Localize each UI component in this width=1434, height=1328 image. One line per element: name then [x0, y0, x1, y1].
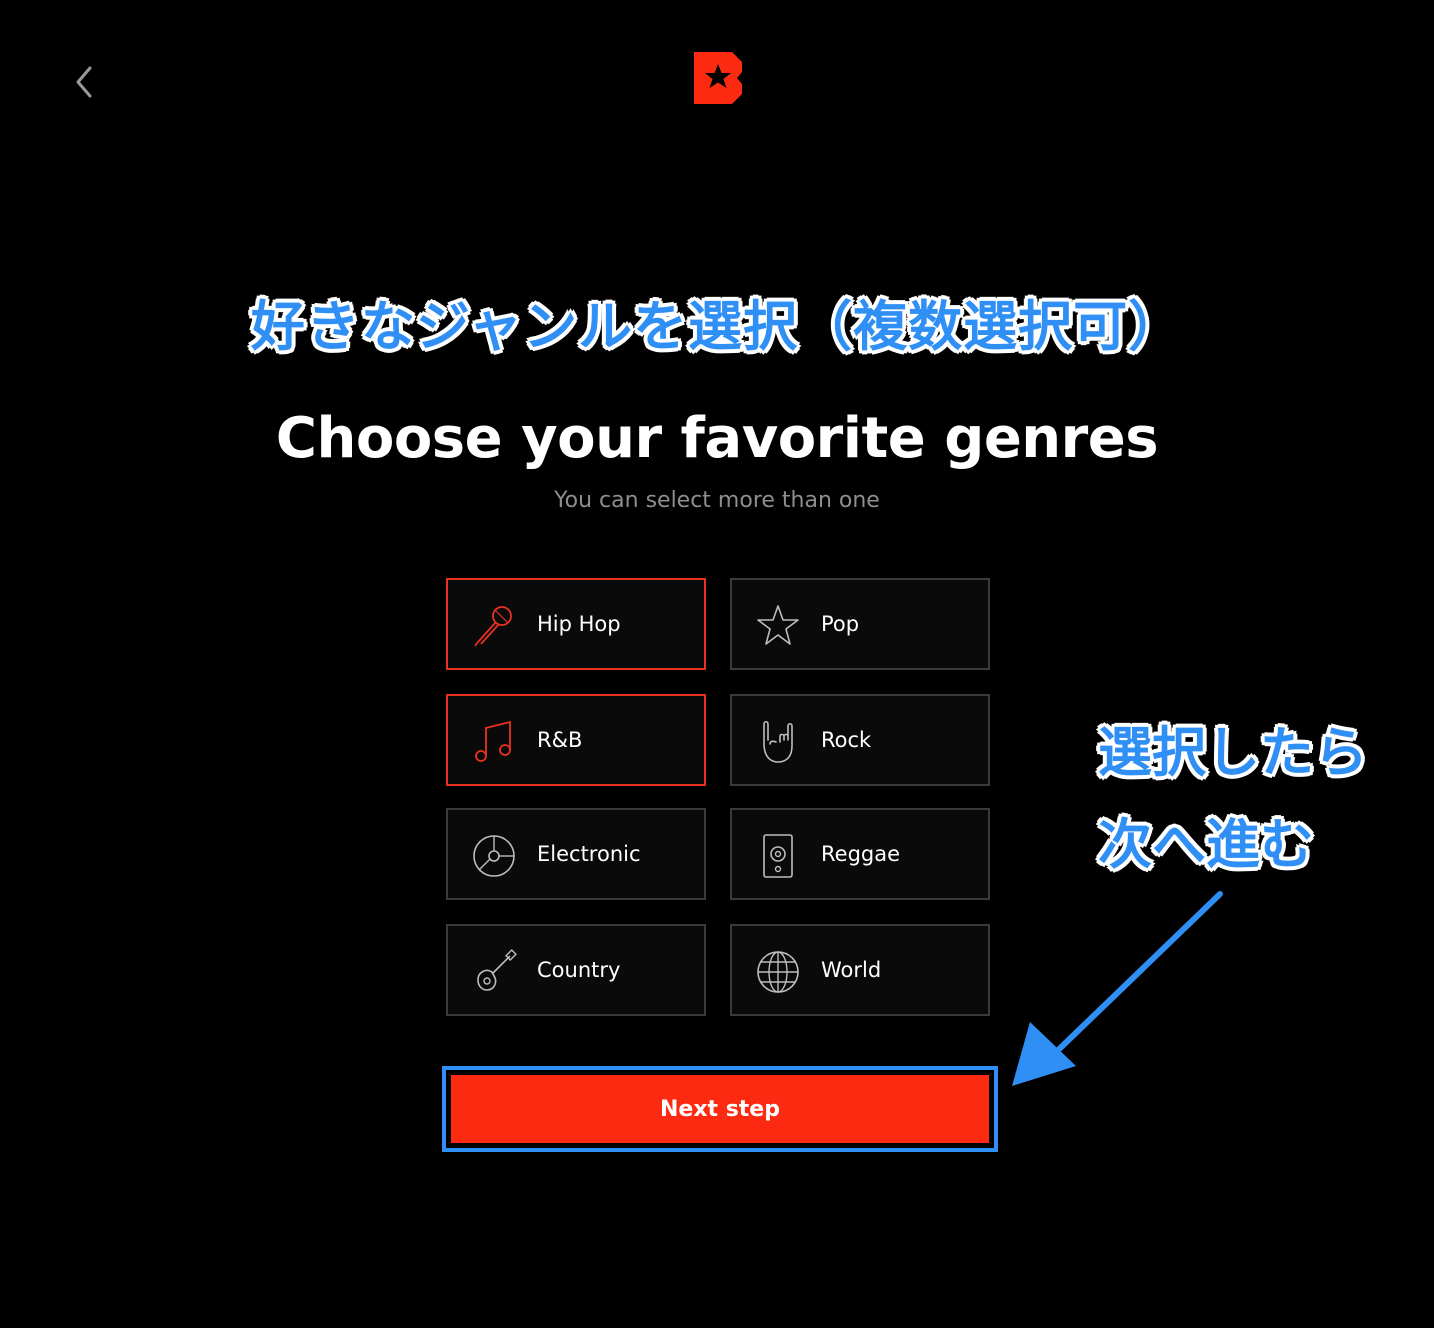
annotation-arrow-icon — [1012, 891, 1223, 1086]
page-subtitle: You can select more than one — [554, 488, 880, 513]
genre-label: Reggae — [821, 842, 901, 866]
star-icon — [757, 605, 799, 645]
rock-hand-icon — [763, 720, 793, 763]
annotation-side-line1: 選択したら — [1098, 721, 1368, 784]
genre-label: Rock — [821, 728, 872, 752]
genre-rock[interactable]: Rock — [730, 694, 990, 786]
genre-reggae[interactable]: Reggae — [730, 808, 990, 900]
genre-pop[interactable]: Pop — [730, 578, 990, 670]
page-title: Choose your favorite genres — [275, 406, 1159, 471]
annotation-title: 好きなジャンルを選択（複数選択可） — [250, 295, 1184, 358]
next-step-button[interactable]: Next step — [442, 1066, 998, 1152]
genre-label: Electronic — [537, 842, 641, 866]
genre-label: World — [821, 958, 882, 982]
genre-electronic[interactable]: Electronic — [446, 808, 706, 900]
genre-hip-hop[interactable]: Hip Hop — [446, 578, 706, 670]
genre-label: Pop — [821, 612, 860, 636]
vinyl-disc-icon — [473, 835, 515, 877]
genre-label: R&B — [537, 728, 583, 752]
genre-label: Hip Hop — [537, 612, 621, 636]
genre-world[interactable]: World — [730, 924, 990, 1016]
genre-label: Country — [537, 958, 621, 982]
annotation-side-line2: 次へ進む — [1098, 813, 1314, 876]
next-step-label: Next step — [451, 1075, 989, 1143]
music-note-icon — [475, 720, 511, 762]
speaker-icon — [763, 834, 793, 878]
globe-icon — [757, 951, 799, 993]
microphone-icon — [474, 606, 512, 647]
back-button[interactable] — [64, 60, 104, 104]
beatstars-logo-icon — [694, 52, 742, 104]
guitar-icon — [477, 949, 517, 991]
genre-country[interactable]: Country — [446, 924, 706, 1016]
genre-rnb[interactable]: R&B — [446, 694, 706, 786]
chevron-left-icon — [76, 66, 92, 98]
